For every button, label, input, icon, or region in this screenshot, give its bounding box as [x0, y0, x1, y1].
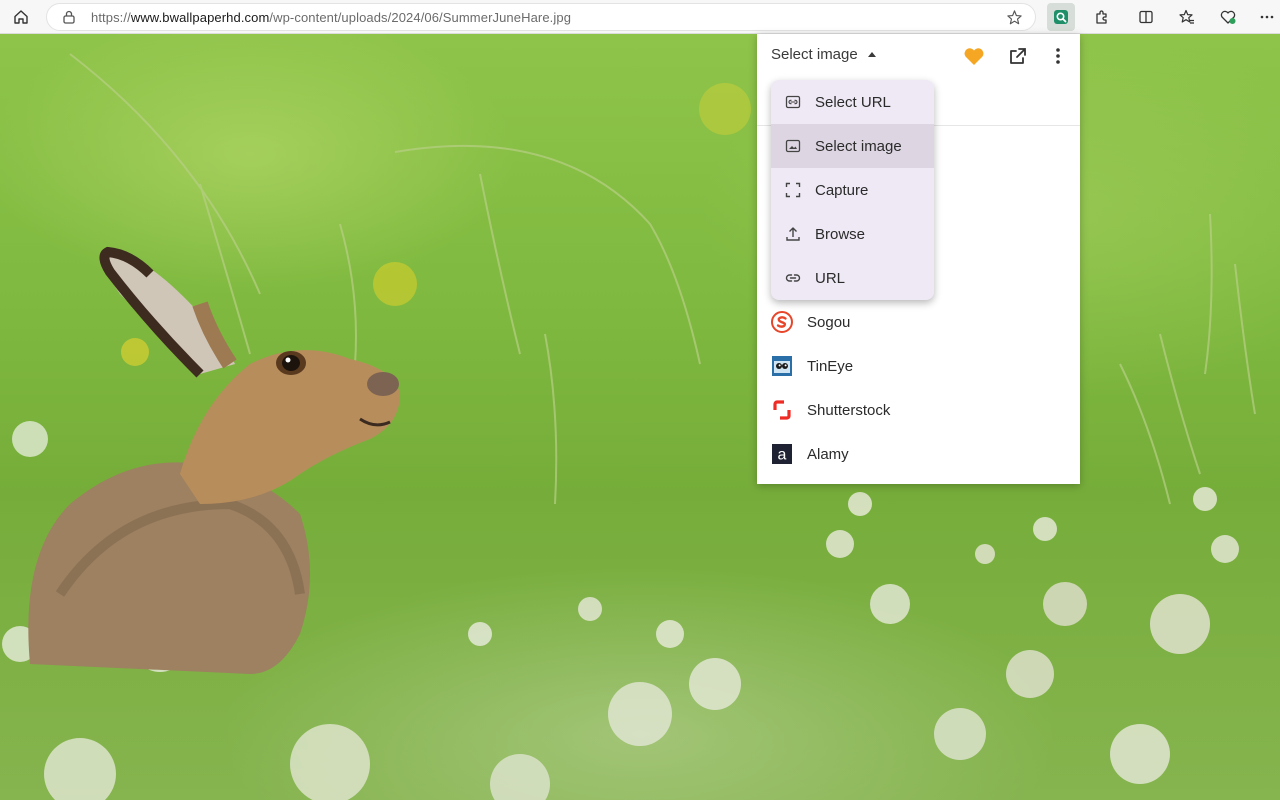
url-domain: www.bwallpaperhd.com [130, 10, 270, 25]
address-bar[interactable]: https://www.bwallpaperhd.com/wp-content/… [46, 3, 1036, 31]
image-box-icon [785, 139, 801, 153]
split-screen-button[interactable] [1132, 3, 1160, 31]
search-by-image-extension-button[interactable] [1047, 3, 1075, 31]
url-text: https://www.bwallpaperhd.com/wp-content/… [91, 10, 571, 25]
svg-text:a: a [778, 447, 787, 464]
open-in-new-tab-button[interactable] [1006, 44, 1030, 68]
link-box-icon [785, 95, 801, 109]
menu-item-capture[interactable]: Capture [771, 168, 934, 212]
menu-item-browse[interactable]: Browse [771, 212, 934, 256]
source-selector-label: Select image [771, 46, 858, 63]
engine-sogou[interactable]: Sogou [757, 300, 1080, 344]
shutterstock-logo-icon [771, 399, 793, 421]
menu-item-label: Browse [815, 225, 866, 243]
sogou-logo-icon [771, 311, 793, 333]
menu-item-select-image[interactable]: Select image [771, 124, 934, 168]
upload-icon [786, 227, 800, 241]
engine-shutterstock[interactable]: Shutterstock [757, 388, 1080, 432]
menu-item-label: Select URL [815, 93, 891, 111]
source-dropdown-menu: Select URL Select image Capture Browse U… [771, 80, 934, 300]
url-prefix: https:// [91, 10, 131, 25]
support-button[interactable] [962, 44, 986, 68]
source-selector[interactable]: Select image [771, 46, 876, 63]
hare [28, 246, 400, 674]
heart-pulse-icon [1220, 10, 1236, 24]
favorite-star-icon[interactable] [1006, 9, 1023, 26]
engine-label: Alamy [807, 445, 849, 463]
split-screen-icon [1139, 10, 1153, 24]
hare-photo [0, 34, 1280, 800]
home-icon [14, 10, 28, 24]
tineye-logo-icon [771, 355, 793, 377]
browser-toolbar: https://www.bwallpaperhd.com/wp-content/… [0, 0, 1280, 34]
capture-icon [785, 182, 801, 198]
more-vertical-icon [1056, 48, 1060, 64]
open-external-icon [1010, 48, 1026, 64]
puzzle-icon [1096, 10, 1107, 24]
engine-tineye[interactable]: TinEye [757, 344, 1080, 388]
alamy-logo-icon: a [771, 443, 793, 465]
menu-item-label: URL [815, 269, 846, 287]
meadow-scene [2, 53, 1256, 800]
search-engine-list: Sogou TinEye Shutterstock a Alamy [757, 300, 1080, 476]
browser-essentials-button[interactable] [1214, 3, 1242, 31]
browser-menu-button[interactable] [1253, 3, 1280, 31]
engine-label: Sogou [807, 313, 851, 331]
heart-icon [964, 48, 984, 65]
menu-item-label: Select image [815, 137, 902, 155]
caret-up-icon [867, 52, 876, 57]
lock-icon [63, 10, 75, 24]
favorites-icon [1179, 9, 1194, 24]
image-search-extension-icon [1054, 10, 1068, 24]
home-button[interactable] [7, 3, 35, 31]
menu-item-url[interactable]: URL [771, 256, 934, 300]
popup-menu-button[interactable] [1046, 44, 1070, 68]
extensions-button[interactable] [1088, 3, 1116, 31]
link-icon [785, 274, 801, 282]
menu-item-label: Capture [815, 181, 869, 199]
url-path: /wp-content/uploads/2024/06/SummerJuneHa… [269, 10, 572, 25]
more-horizontal-icon [1260, 15, 1274, 19]
engine-label: Shutterstock [807, 401, 891, 419]
engine-label: TinEye [807, 357, 854, 375]
engine-alamy[interactable]: a Alamy [757, 432, 1080, 476]
favorites-button[interactable] [1173, 3, 1201, 31]
menu-item-select-url[interactable]: Select URL [771, 80, 934, 124]
